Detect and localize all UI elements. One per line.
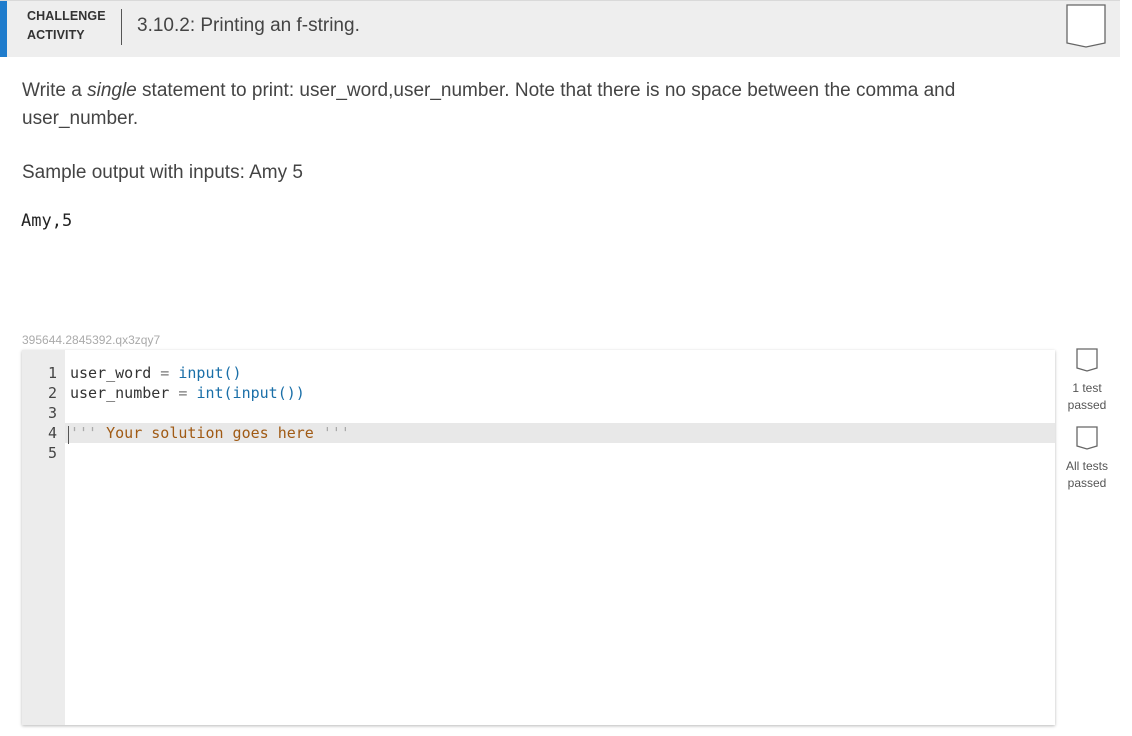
status-line: passed bbox=[1067, 398, 1107, 412]
sample-output: Amy,5 bbox=[21, 211, 73, 231]
header-divider bbox=[121, 9, 122, 45]
code-var: user_number bbox=[70, 384, 170, 402]
code-operator: = bbox=[169, 384, 197, 402]
activity-title: 3.10.2: Printing an f-string. bbox=[137, 15, 360, 36]
comment-text: Your solution goes here bbox=[97, 424, 323, 442]
status-line: All tests bbox=[1065, 459, 1108, 473]
comment-open-quotes: ''' bbox=[70, 424, 98, 442]
line-number: 1 bbox=[47, 364, 57, 382]
desc-suffix: statement to print: user_word,user_numbe… bbox=[136, 80, 956, 101]
code-editor[interactable]: 1 2 3 4 5 user_word = input() user_numbe… bbox=[22, 350, 1055, 725]
line-number: 4 bbox=[47, 424, 57, 442]
line-number: 3 bbox=[47, 404, 57, 422]
line-number: 5 bbox=[47, 444, 57, 462]
sample-label: Sample output with inputs: Amy 5 bbox=[22, 162, 303, 183]
line-number: 2 bbox=[47, 384, 57, 402]
challenge-header: CHALLENGE ACTIVITY 3.10.2: Printing an f… bbox=[0, 0, 1120, 57]
desc-italic: single bbox=[87, 80, 137, 101]
desc-prefix: Write a bbox=[22, 80, 88, 101]
all-tests-status-icon bbox=[1076, 426, 1098, 450]
code-line-4[interactable]: ''' Your solution goes here ''' bbox=[70, 423, 350, 443]
text-cursor bbox=[68, 426, 69, 444]
code-var: user_word bbox=[70, 364, 152, 382]
status-line: 1 test bbox=[1072, 381, 1102, 395]
status-all-tests: All tests passed bbox=[1062, 426, 1112, 492]
challenge-activity-badge: CHALLENGE ACTIVITY bbox=[27, 7, 115, 45]
desc-line-2: user_number. bbox=[22, 108, 139, 129]
status-line: passed bbox=[1067, 476, 1107, 490]
line-number-gutter: 1 2 3 4 5 bbox=[22, 350, 65, 725]
code-call: input() bbox=[178, 364, 242, 382]
code-line-2[interactable]: user_number = int(input()) bbox=[70, 383, 305, 403]
code-operator: = bbox=[151, 364, 179, 382]
comment-close-quotes: ''' bbox=[322, 424, 350, 442]
badge-line-1: CHALLENGE bbox=[27, 9, 106, 23]
code-line-1[interactable]: user_word = input() bbox=[70, 363, 242, 383]
accent-bar bbox=[0, 1, 7, 57]
bookmark-icon[interactable] bbox=[1066, 4, 1106, 48]
test-status-icon bbox=[1076, 348, 1098, 372]
problem-description: Write a single statement to print: user_… bbox=[22, 77, 1022, 133]
status-test-1: 1 test passed bbox=[1062, 348, 1112, 414]
code-id: 395644.2845392.qx3zqy7 bbox=[22, 333, 161, 347]
code-call: int(input()) bbox=[196, 384, 305, 402]
badge-line-2: ACTIVITY bbox=[27, 28, 85, 42]
